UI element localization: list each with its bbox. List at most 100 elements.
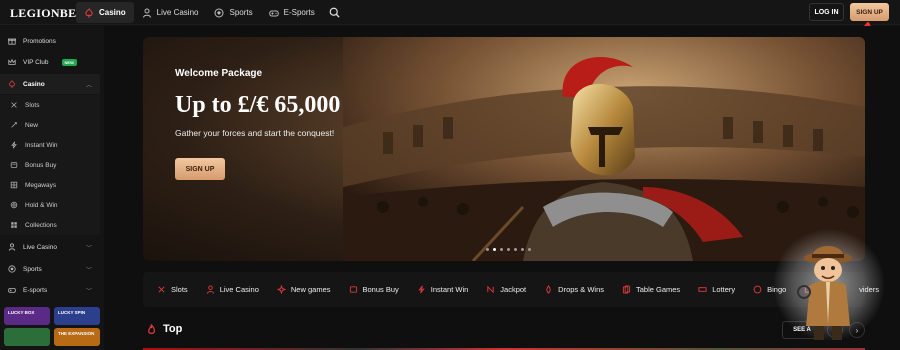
topnav-sports[interactable]: Sports	[206, 2, 260, 23]
topnav-live-casino[interactable]: Live Casino	[134, 2, 207, 23]
sidebar-item-promotions[interactable]: Promotions	[0, 31, 100, 51]
category-live-casino[interactable]: Live Casino	[206, 285, 259, 294]
promo-tile-lucky-spin[interactable]: LUCKY SPIN	[54, 307, 100, 325]
category-label: Instant Win	[430, 285, 469, 294]
category-label: Slots	[171, 285, 188, 294]
sparkle-icon	[276, 285, 286, 294]
carousel-dot[interactable]	[528, 248, 531, 251]
category-instant-win[interactable]: Instant Win	[417, 285, 469, 294]
drops-icon	[546, 285, 551, 294]
chevron-up-icon: ︿	[85, 82, 92, 89]
gamepad-icon	[8, 288, 16, 293]
dealer-icon	[142, 8, 151, 18]
sidebar-subitem-bonus-buy[interactable]: Bonus Buy	[0, 155, 100, 175]
promo-tile-lucky-box[interactable]: LUCKY BOX	[4, 307, 50, 325]
category-label: Table Games	[636, 285, 681, 294]
carousel-dot[interactable]	[514, 248, 517, 251]
topnav-casino[interactable]: Casino	[76, 2, 134, 23]
hero-title: Up to £/€ 65,000	[175, 92, 341, 118]
detective-mascot-icon[interactable]	[782, 236, 872, 346]
sidebar-item-live-casino[interactable]: Live Casino ﹀	[0, 237, 100, 257]
category-drops-wins[interactable]: Drops & Wins	[544, 285, 604, 294]
sidebar-subitem-new[interactable]: New	[0, 115, 100, 135]
category-bonus-buy[interactable]: Bonus Buy	[349, 285, 399, 294]
jackpot-icon	[487, 285, 494, 294]
cards-icon	[622, 285, 631, 294]
topnav-esports-label: E-Sports	[283, 8, 315, 17]
ticket-icon	[698, 287, 707, 292]
topnav-sports-label: Sports	[229, 8, 253, 17]
slots-icon	[11, 102, 17, 108]
sidebar-item-sports[interactable]: Sports ﹀	[0, 259, 100, 279]
top-bar: LEGIONBET Casino Live Casino Sports E-Sp…	[0, 0, 900, 25]
promo-tile-label: LUCKY BOX	[8, 310, 35, 315]
sidebar: Promotions VIP Club NEW Casino ︿ Slots N…	[0, 26, 104, 350]
section-title-label: Top	[163, 323, 183, 335]
sidebar-item-label: Casino	[23, 80, 45, 88]
megaways-icon	[10, 181, 18, 189]
category-jackpot[interactable]: Jackpot	[486, 285, 526, 294]
top-nav: Casino Live Casino Sports E-Sports	[76, 2, 346, 23]
sidebar-subitem-label: Hold & Win	[25, 201, 58, 209]
sidebar-item-label: VIP Club	[23, 58, 49, 66]
search-button[interactable]	[323, 2, 346, 23]
gladiator-illustration	[343, 37, 865, 261]
sidebar-item-casino[interactable]: Casino ︿	[0, 74, 100, 94]
carousel-dots	[486, 248, 531, 251]
hero-signup-button[interactable]: SIGN UP	[175, 158, 225, 180]
hero-subtitle: Gather your forces and start the conques…	[175, 128, 335, 138]
sidebar-subitem-megaways[interactable]: Megaways	[0, 175, 100, 195]
sidebar-item-esports[interactable]: E-sports ﹀	[0, 280, 100, 300]
category-label: Lottery	[712, 285, 736, 294]
sidebar-subitem-label: New	[25, 121, 39, 129]
sidebar-subitem-slots[interactable]: Slots	[0, 95, 100, 115]
dealer-icon	[206, 285, 214, 294]
sidebar-subitem-label: Instant Win	[25, 141, 58, 149]
carousel-dot[interactable]	[486, 248, 489, 251]
category-bar: Slots Live Casino New games Bonus Buy In…	[143, 272, 879, 307]
football-icon	[8, 265, 16, 273]
category-label: Bonus Buy	[362, 285, 399, 294]
category-table-games[interactable]: Table Games	[622, 285, 680, 294]
topnav-live-casino-label: Live Casino	[156, 8, 199, 17]
section-title-top: Top	[146, 323, 182, 335]
bolt-icon	[11, 141, 17, 149]
category-slots[interactable]: Slots	[157, 285, 188, 294]
hero-banner[interactable]: Welcome Package Up to £/€ 65,000 Gather …	[143, 37, 865, 261]
sidebar-subitem-label: Megaways	[25, 181, 57, 189]
sidebar-subitem-label: Bonus Buy	[25, 161, 57, 169]
category-lottery[interactable]: Lottery	[698, 285, 735, 294]
new-badge: NEW	[61, 58, 77, 66]
crown-icon	[8, 58, 16, 65]
sidebar-item-label: Promotions	[23, 37, 56, 45]
sidebar-subitem-collections[interactable]: Collections	[0, 215, 100, 235]
sidebar-item-label: E-sports	[23, 286, 48, 294]
promo-tile-green[interactable]	[4, 328, 50, 346]
sidebar-subitem-label: Collections	[25, 221, 57, 229]
sidebar-item-vip-club[interactable]: VIP Club NEW	[0, 52, 100, 72]
gamepad-icon	[268, 10, 279, 16]
search-icon	[329, 7, 340, 18]
fire-icon	[148, 323, 155, 334]
category-label: New games	[290, 285, 331, 294]
topnav-esports[interactable]: E-Sports	[261, 2, 323, 23]
cart-icon	[349, 286, 357, 293]
category-new-games[interactable]: New games	[276, 285, 331, 294]
sidebar-subitem-instant-win[interactable]: Instant Win	[0, 135, 100, 155]
slots-icon	[158, 286, 165, 293]
carousel-dot[interactable]	[521, 248, 524, 251]
grid-icon	[11, 222, 17, 228]
spade-icon	[9, 80, 15, 88]
sidebar-subitem-hold-win[interactable]: Hold & Win	[0, 195, 100, 215]
carousel-dot[interactable]	[500, 248, 503, 251]
promo-tile-expansion[interactable]: THE EXPANSION	[54, 328, 100, 346]
football-icon	[214, 8, 224, 17]
topnav-casino-label: Casino	[99, 8, 126, 17]
spade-icon	[85, 7, 93, 17]
category-label: Jackpot	[500, 285, 527, 294]
carousel-dot[interactable]	[507, 248, 510, 251]
gift-icon	[8, 38, 16, 45]
carousel-dot-active[interactable]	[493, 248, 496, 251]
logo[interactable]: LEGIONBET	[10, 6, 85, 21]
dealer-icon	[8, 243, 16, 251]
